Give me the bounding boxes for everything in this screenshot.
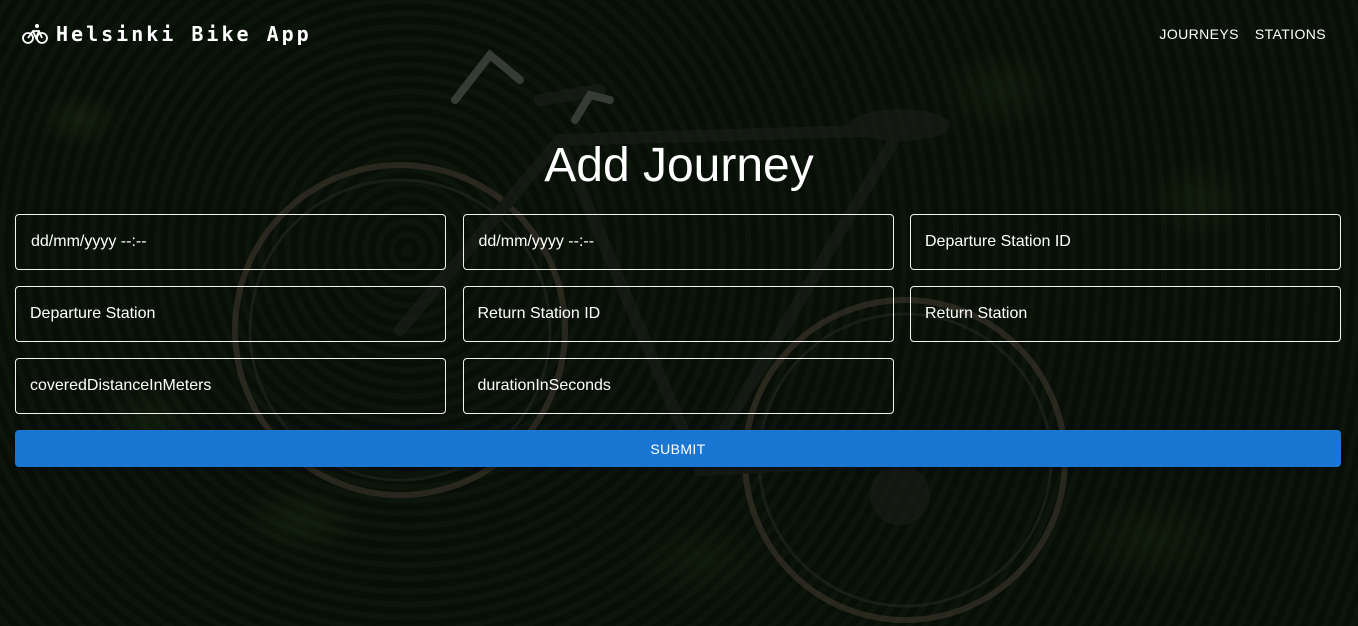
add-journey-form: dd/mm/yyyy --:-- dd/mm/yyyy --:-- Depart… [15, 214, 1341, 414]
duration-field[interactable]: durationInSeconds [462, 358, 894, 414]
departure-time-placeholder: dd/mm/yyyy --:-- [31, 233, 147, 250]
brand[interactable]: Helsinki Bike App [22, 22, 312, 46]
nav-stations-link[interactable]: STATIONS [1247, 20, 1334, 48]
nav-journeys-link[interactable]: JOURNEYS [1151, 20, 1246, 48]
return-station-field[interactable]: Return Station [910, 286, 1341, 342]
return-station-id-placeholder: Return Station ID [477, 305, 601, 322]
app-title: Helsinki Bike App [56, 22, 312, 46]
departure-station-id-placeholder: Departure Station ID [925, 233, 1071, 250]
departure-station-placeholder: Departure Station [30, 305, 156, 322]
top-nav: JOURNEYS STATIONS [1151, 20, 1334, 48]
return-station-id-field[interactable]: Return Station ID [462, 286, 894, 342]
return-time-placeholder: dd/mm/yyyy --:-- [478, 233, 595, 250]
app-bar: Helsinki Bike App JOURNEYS STATIONS [0, 0, 1358, 68]
departure-time-field[interactable]: dd/mm/yyyy --:-- [15, 214, 446, 270]
submit-button[interactable]: SUBMIT [15, 430, 1341, 467]
page: Helsinki Bike App JOURNEYS STATIONS Add … [0, 0, 1358, 626]
return-station-placeholder: Return Station [925, 305, 1028, 322]
departure-station-field[interactable]: Departure Station [15, 286, 446, 342]
duration-placeholder: durationInSeconds [477, 377, 611, 394]
covered-distance-field[interactable]: coveredDistanceInMeters [15, 358, 446, 414]
covered-distance-placeholder: coveredDistanceInMeters [30, 377, 212, 394]
return-time-field[interactable]: dd/mm/yyyy --:-- [462, 214, 894, 270]
bike-icon [22, 23, 48, 45]
page-title: Add Journey [544, 139, 814, 192]
departure-station-id-field[interactable]: Departure Station ID [910, 214, 1341, 270]
